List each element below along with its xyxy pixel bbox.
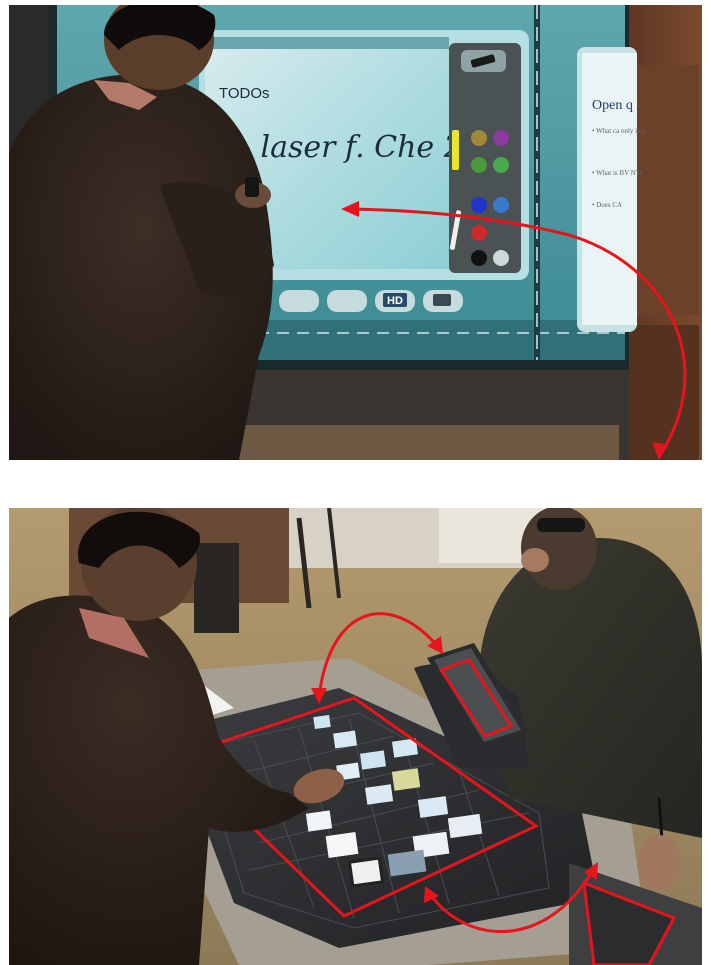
tile[interactable] [333, 730, 358, 749]
pen-icon [245, 177, 259, 197]
tile[interactable] [347, 856, 385, 888]
color-palette [449, 43, 521, 273]
wall-display-scene: TODOs — laser f. Che 2x HD Open q • What… [9, 5, 702, 460]
toolbar-button-device-2[interactable] [327, 290, 367, 312]
side-slide-bullet: • Does CA [592, 201, 622, 209]
toolbar-button-device-1[interactable] [279, 290, 319, 312]
tabletop-scene [9, 508, 702, 965]
figure: TODOs — laser f. Che 2x HD Open q • What… [0, 0, 711, 965]
hd-label: HD [387, 295, 403, 307]
tile[interactable] [325, 832, 359, 858]
side-slide-bullet: • What is BV NTe [592, 169, 643, 177]
side-slide [582, 53, 637, 325]
tabletop-photo [9, 508, 702, 965]
tile[interactable] [313, 714, 331, 730]
tile[interactable] [365, 784, 394, 805]
whiteboard-handwriting: — laser f. Che 2x [221, 130, 480, 165]
tile[interactable] [360, 750, 386, 770]
side-slide-title: Open q [592, 98, 633, 113]
whiteboard-title: TODOs [219, 85, 270, 102]
wall-display-photo: TODOs — laser f. Che 2x HD Open q • What… [9, 5, 702, 460]
tile[interactable] [391, 768, 421, 791]
yellow-marker-icon [452, 130, 459, 170]
side-slide-bullet: • What ca only imp [592, 127, 647, 135]
tile[interactable] [305, 810, 333, 832]
